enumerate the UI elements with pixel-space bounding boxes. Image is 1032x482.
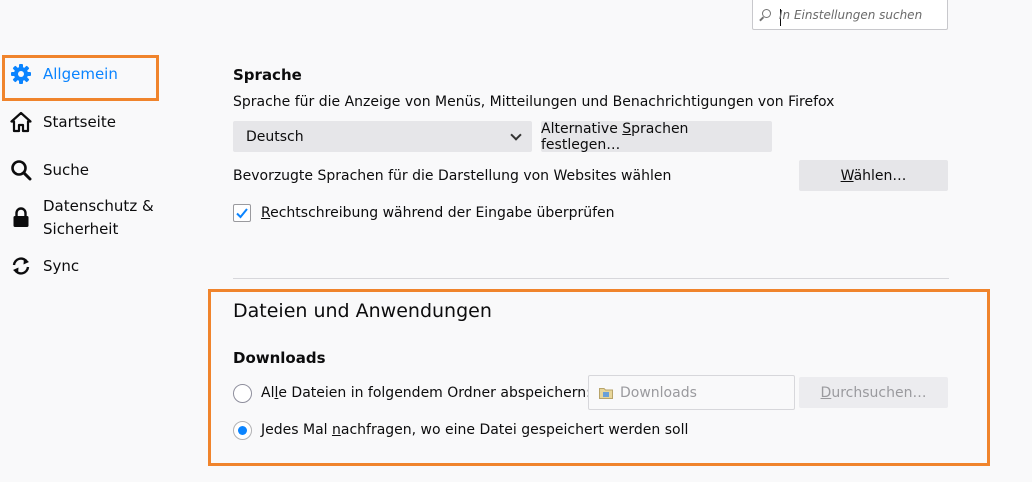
home-icon [10, 111, 32, 133]
search-icon [10, 159, 32, 181]
always-ask-label[interactable]: Jedes Mal nachfragen, wo eine Datei gesp… [261, 422, 688, 438]
spellcheck-label[interactable]: Rechtschreibung während der Eingabe über… [261, 205, 615, 221]
alternative-languages-label: Alternative Sprachen festlegen… [541, 120, 689, 153]
download-folder-value: Downloads [620, 384, 697, 401]
sidebar-item-label: Sync [43, 257, 80, 275]
browse-label: Durchsuchen… [820, 384, 927, 401]
browse-button[interactable]: Durchsuchen… [799, 377, 948, 408]
always-ask-radio[interactable] [233, 421, 252, 440]
checkmark-icon [236, 208, 248, 219]
sidebar-item-label: Startseite [43, 113, 116, 131]
language-description: Sprache für die Anzeige von Menüs, Mitte… [233, 94, 835, 110]
sidebar-item-label: Suche [43, 161, 90, 179]
spellcheck-checkbox[interactable] [233, 204, 251, 222]
save-to-folder-label[interactable]: Alle Dateien in folgendem Ordner abspeic… [261, 385, 591, 401]
sidebar-item-label-line1: Datenschutz & [43, 197, 154, 215]
alternative-languages-button[interactable]: Alternative Sprachen festlegen… [541, 120, 772, 153]
download-folder-field[interactable]: Downloads [588, 375, 795, 410]
sidebar-item-label: Datenschutz & Sicherheit [43, 195, 154, 241]
language-heading: Sprache [233, 66, 302, 84]
choose-languages-button[interactable]: Wählen… [799, 160, 948, 191]
files-heading: Dateien und Anwendungen [233, 300, 492, 322]
language-select[interactable]: Deutsch [233, 121, 532, 152]
sidebar-item-datenschutz[interactable]: Datenschutz & Sicherheit [10, 195, 154, 243]
sidebar-item-label: Allgemein [43, 65, 118, 83]
sidebar-item-suche[interactable]: Suche [10, 159, 89, 181]
chevron-down-icon [510, 129, 522, 141]
sidebar-item-label-line2: Sicherheit [43, 220, 119, 238]
save-to-folder-radio[interactable] [233, 384, 252, 403]
gear-icon [10, 63, 32, 85]
sync-icon [10, 255, 32, 277]
sidebar-item-sync[interactable]: Sync [10, 255, 79, 277]
downloads-heading: Downloads [233, 349, 326, 367]
section-divider [233, 278, 949, 279]
search-input[interactable] [779, 6, 939, 24]
folder-icon [599, 387, 613, 399]
sidebar-item-allgemein[interactable]: Allgemein [10, 63, 118, 85]
preferred-languages-text: Bevorzugte Sprachen für die Darstellung … [233, 168, 672, 184]
settings-search[interactable] [752, 0, 948, 30]
language-select-value: Deutsch [246, 128, 304, 145]
sidebar-item-startseite[interactable]: Startseite [10, 111, 116, 133]
search-icon [762, 9, 771, 18]
choose-languages-label: Wählen… [840, 167, 907, 184]
lock-icon [10, 206, 32, 228]
